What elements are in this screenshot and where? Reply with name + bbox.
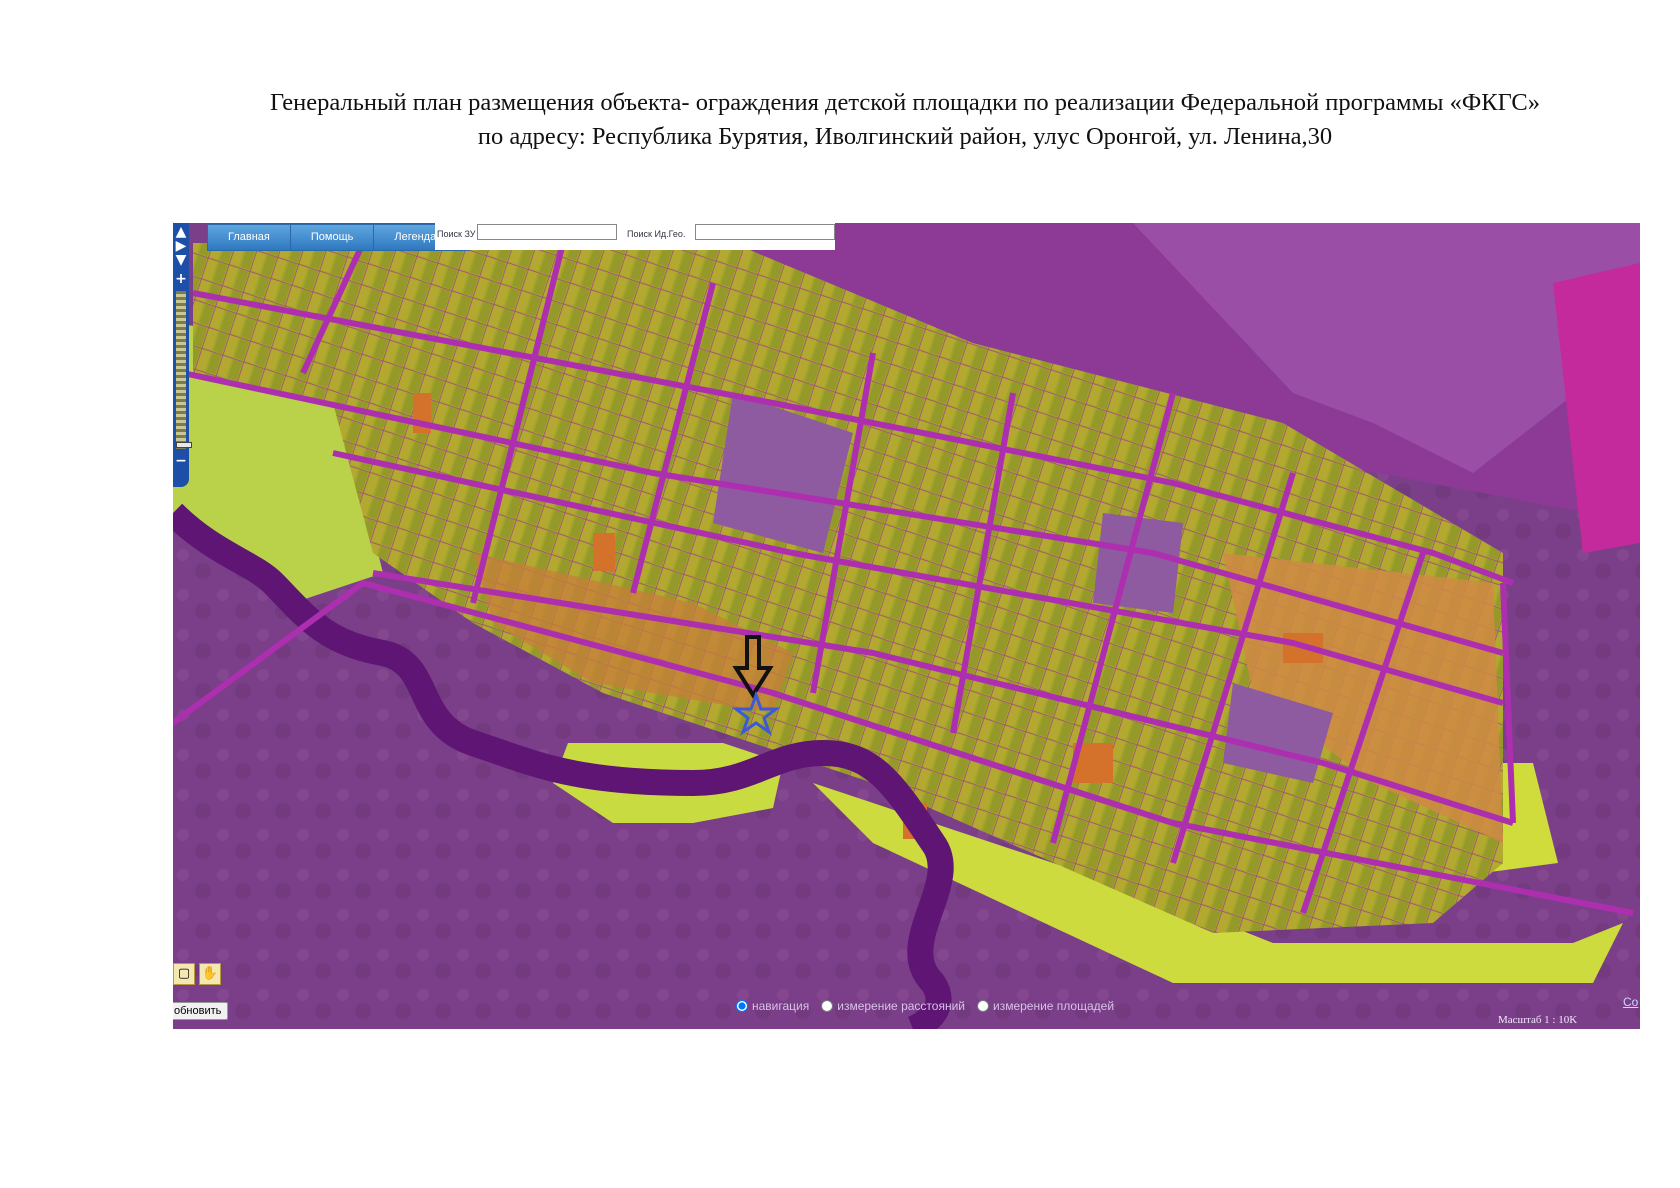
hand-pan-icon[interactable]: ✋ [199,963,221,985]
mode-navigation[interactable]: навигация [736,999,809,1013]
corner-link[interactable]: Со [1623,995,1638,1009]
help-tab[interactable]: Помощь [291,225,375,250]
mode-area-radio[interactable] [976,1000,989,1012]
refresh-button[interactable]: обновить [173,1002,229,1020]
mode-distance-radio[interactable] [821,1000,834,1012]
zoom-slider-handle[interactable] [176,442,192,448]
parcel-search-label: Поиск ЗУ [437,229,476,239]
map-tools: ▢ ✋ [173,963,221,985]
map-canvas[interactable] [173,223,1640,1029]
orange-plot [593,533,615,571]
mode-area-label: измерение площадей [992,999,1115,1013]
legend-label: Легенда [394,231,437,243]
title-line-1: Генеральный план размещения объекта- огр… [269,89,1541,116]
map-viewer[interactable]: ▲ ▶ ▼ + − Главная Помощь Легенда▼ Поиск … [173,223,1640,1029]
mode-navigation-radio[interactable] [736,1000,748,1012]
scale-label: Масштаб 1 : 10K [1498,1014,1578,1026]
geo-search-label: Поиск Ид.Гео. [627,229,686,239]
mode-area[interactable]: измерение площадей [976,999,1115,1013]
zoom-out-button[interactable]: − [174,454,188,469]
select-tool-icon[interactable]: ▢ [173,963,195,985]
title-line-2: по адресу: Республика Бурятия, Иволгинск… [477,123,1333,150]
search-bar: Поиск ЗУ Поиск Ид.Гео. [435,223,835,250]
pan-down-icon[interactable]: ▼ [174,253,188,268]
geo-search-input[interactable] [695,224,835,240]
document-title: Генеральный план размещения объекта- огр… [170,86,1640,154]
map-toolbar: Главная Помощь Легенда▼ [207,224,471,251]
mode-distance[interactable]: измерение расстояний [821,999,965,1013]
mode-distance-label: измерение расстояний [837,999,965,1013]
parcel-search-input[interactable] [477,224,617,240]
zoom-in-button[interactable]: + [174,272,188,287]
zoom-slider-track[interactable] [176,291,192,449]
zoom-control: ▲ ▶ ▼ + − [173,223,192,487]
mode-selector: навигация измерение расстояний измерение… [736,999,1114,1013]
home-tab[interactable]: Главная [208,225,291,250]
mode-navigation-label: навигация [752,999,810,1013]
